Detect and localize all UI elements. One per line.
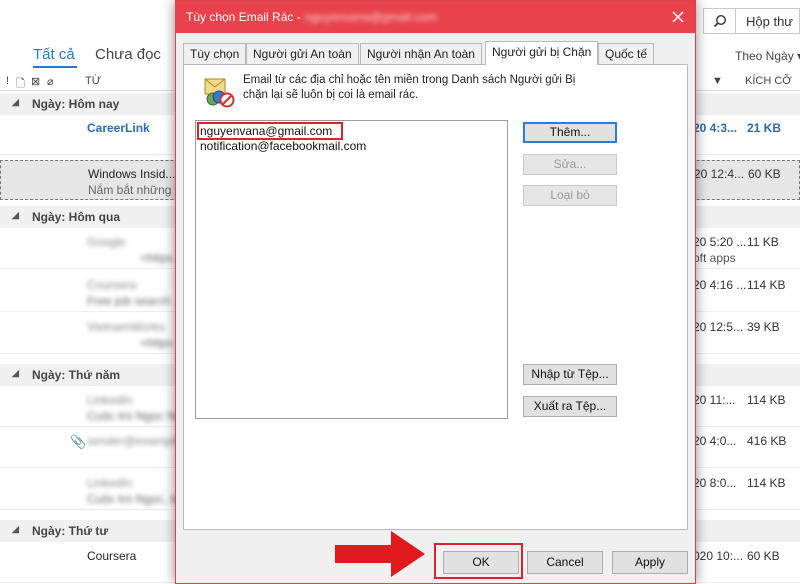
attachment-column-icon[interactable]: ⌀ bbox=[47, 75, 54, 88]
column-size[interactable]: KÍCH CỠ bbox=[745, 75, 792, 87]
sort-label: Theo Ngày bbox=[735, 49, 794, 63]
junk-email-options-dialog: Tùy chọn Email Rác - nguyenvana@gmail.com… bbox=[175, 0, 696, 584]
tab-blocked-senders[interactable]: Người gửi bị Chặn bbox=[485, 41, 599, 65]
item-icon[interactable]: 🗋 bbox=[16, 75, 25, 94]
close-icon[interactable] bbox=[665, 5, 691, 29]
dialog-title-account: nguyenvana@gmail.com bbox=[304, 10, 437, 24]
tab-options[interactable]: Tùy chọn bbox=[183, 43, 247, 64]
search-icon[interactable] bbox=[703, 8, 735, 34]
cancel-button[interactable]: Cancel bbox=[527, 551, 603, 574]
importance-icon[interactable]: ! bbox=[6, 75, 9, 87]
add-button[interactable]: Thêm... bbox=[523, 122, 617, 143]
collapse-icon: ◢ bbox=[12, 97, 19, 107]
ok-button[interactable]: OK bbox=[443, 551, 519, 574]
tab-all-underline bbox=[33, 66, 77, 68]
tab-unread[interactable]: Chưa đọc bbox=[95, 46, 161, 63]
remove-button[interactable]: Loại bỏ bbox=[523, 185, 617, 206]
collapse-icon: ◢ bbox=[12, 210, 19, 220]
reminder-icon[interactable]: ⊠ bbox=[31, 75, 40, 88]
mailbox-search-label: Hộp thư bbox=[746, 14, 794, 29]
edit-button[interactable]: Sửa... bbox=[523, 154, 617, 175]
blocked-senders-list[interactable]: nguyenvana@gmail.com notification@facebo… bbox=[195, 120, 508, 419]
chevron-down-icon[interactable]: ▼ bbox=[712, 75, 723, 87]
blocked-senders-description: Email từ các địa chỉ hoặc tên miền trong… bbox=[243, 74, 576, 101]
blocked-senders-icon bbox=[202, 75, 236, 109]
blocked-senders-panel: Email từ các địa chỉ hoặc tên miền trong… bbox=[183, 64, 688, 530]
arrow-right-icon bbox=[335, 531, 425, 577]
dialog-title-bar[interactable]: Tùy chọn Email Rác - nguyenvana@gmail.com bbox=[176, 1, 695, 33]
attachment-icon: 📎 bbox=[70, 434, 87, 449]
sort-by-date[interactable]: Theo Ngày ▾ bbox=[735, 49, 800, 63]
tab-safe-senders[interactable]: Người gửi An toàn bbox=[246, 43, 359, 64]
collapse-icon: ◢ bbox=[12, 368, 19, 378]
list-item[interactable]: notification@facebookmail.com bbox=[200, 139, 366, 153]
tab-international[interactable]: Quốc tế bbox=[598, 43, 655, 64]
tab-all[interactable]: Tất cả bbox=[33, 46, 75, 63]
tab-safe-recipients[interactable]: Người nhận An toàn bbox=[360, 43, 482, 64]
export-to-file-button[interactable]: Xuất ra Tệp... bbox=[523, 396, 617, 417]
dialog-tabs: Tùy chọn Người gửi An toàn Người nhận An… bbox=[183, 41, 688, 65]
column-from[interactable]: TỪ bbox=[85, 75, 101, 87]
import-from-file-button[interactable]: Nhập từ Tệp... bbox=[523, 364, 617, 385]
list-item[interactable]: nguyenvana@gmail.com bbox=[200, 124, 332, 138]
mailbox-search-scope[interactable]: Hộp thư bbox=[735, 8, 800, 34]
collapse-icon: ◢ bbox=[12, 524, 19, 534]
dialog-title: Tùy chọn Email Rác - bbox=[186, 10, 301, 24]
apply-button[interactable]: Apply bbox=[612, 551, 688, 574]
